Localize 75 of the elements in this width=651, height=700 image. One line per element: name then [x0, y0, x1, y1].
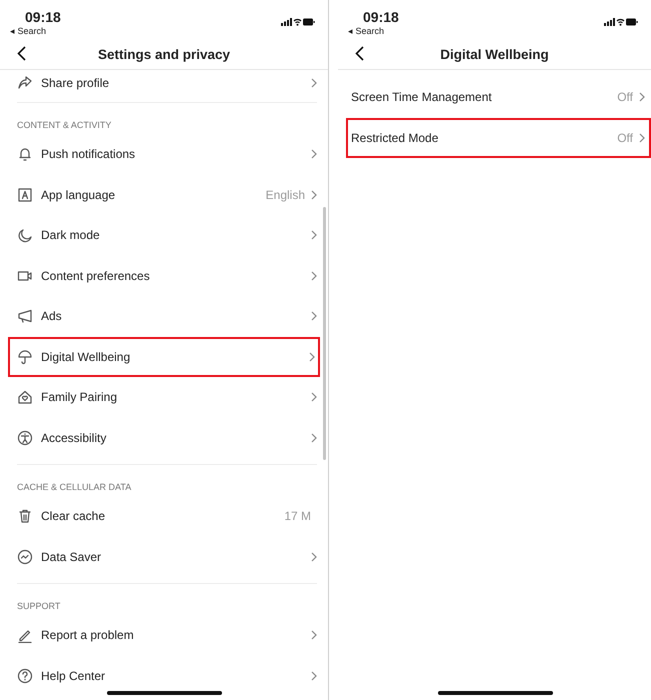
settings-row[interactable]: Clear cache 17 M: [0, 496, 328, 536]
row-label: Ads: [41, 309, 63, 324]
row-label: Data Saver: [41, 550, 102, 564]
language-icon: [17, 186, 33, 203]
settings-row[interactable]: Accessibility: [0, 418, 328, 458]
help-icon: [17, 668, 33, 684]
chevron-icon: [639, 132, 645, 143]
back-to-app-link[interactable]: ◂ Search: [10, 26, 61, 37]
settings-row[interactable]: Report a problem: [0, 615, 328, 656]
settings-row[interactable]: Data Saver: [0, 536, 328, 577]
row-value: 17 M: [284, 509, 311, 524]
bell-icon: [17, 146, 33, 162]
settings-row[interactable]: Push notifications: [0, 134, 328, 174]
settings-row[interactable]: Content preferences: [0, 256, 328, 296]
chevron-icon: [311, 432, 317, 443]
section-header: SUPPORT: [16, 600, 62, 613]
chevron-icon: [311, 630, 317, 640]
chevron-icon: [311, 670, 317, 681]
row-value: Off: [617, 130, 633, 145]
settings-row[interactable]: Family Pairing: [0, 377, 328, 418]
section-header: CONTENT & ACTIVITY: [16, 119, 112, 132]
chevron-icon: [311, 392, 317, 402]
status-time: 09:18: [363, 8, 399, 26]
status-time: 09:18: [25, 8, 61, 26]
chevron-icon: [311, 78, 317, 88]
accessibility-icon: [17, 430, 33, 446]
row-label: Screen Time Management: [351, 90, 493, 104]
settings-row[interactable]: Dark mode: [0, 215, 328, 256]
chevron-icon: [311, 190, 317, 200]
row-label: Report a problem: [41, 628, 135, 642]
settings-row[interactable]: Help Center: [0, 656, 328, 696]
screen-title: Settings and privacy: [98, 47, 230, 62]
back-icon[interactable]: [17, 46, 26, 61]
home-indicator[interactable]: [438, 691, 552, 695]
chevron-icon: [311, 552, 317, 562]
chevron-icon: [311, 311, 317, 322]
chevron-icon: [309, 352, 315, 362]
row-label: App language: [41, 188, 116, 202]
status-icons: [281, 17, 315, 27]
highlighted-settings-row[interactable]: Restricted Mode Off: [346, 118, 651, 158]
chevron-icon: [639, 92, 645, 102]
row-label: Restricted Mode: [351, 130, 440, 145]
home-indicator[interactable]: [107, 691, 222, 695]
row-label: Dark mode: [41, 228, 101, 242]
chevron-icon: [311, 149, 317, 160]
row-label: Help Center: [41, 668, 106, 683]
trash-icon: [17, 508, 33, 524]
house-heart-icon: [17, 389, 33, 406]
row-label: Clear cache: [41, 509, 106, 524]
settings-row[interactable]: App language English: [0, 174, 328, 215]
umbrella-icon: [17, 348, 33, 365]
status-icons: [604, 17, 638, 27]
row-label: Share profile: [41, 76, 110, 90]
row-label: Accessibility: [41, 430, 108, 445]
back-icon[interactable]: [355, 46, 364, 61]
moon-icon: [17, 227, 33, 244]
settings-row[interactable]: Ads: [0, 296, 328, 336]
row-label: Digital Wellbeing: [41, 350, 132, 364]
settings-row[interactable]: Share profile: [0, 70, 328, 96]
scrollbar[interactable]: [323, 207, 326, 460]
back-to-app-link[interactable]: ◂ Search: [348, 26, 399, 37]
share-icon: [17, 75, 33, 91]
row-label: Push notifications: [41, 147, 136, 162]
row-label: Content preferences: [41, 268, 151, 283]
highlighted-settings-row[interactable]: Digital Wellbeing: [8, 336, 320, 377]
row-label: Family Pairing: [41, 390, 118, 404]
settings-row[interactable]: Screen Time Management Off: [338, 77, 651, 118]
row-value: Off: [617, 90, 633, 104]
section-header: CACHE & CELLULAR DATA: [16, 481, 132, 494]
gauge-icon: [17, 548, 33, 565]
screen-title: Digital Wellbeing: [440, 47, 549, 62]
row-value: English: [266, 188, 305, 202]
chevron-icon: [311, 270, 317, 281]
megaphone-icon: [17, 308, 33, 324]
chevron-icon: [311, 230, 317, 240]
